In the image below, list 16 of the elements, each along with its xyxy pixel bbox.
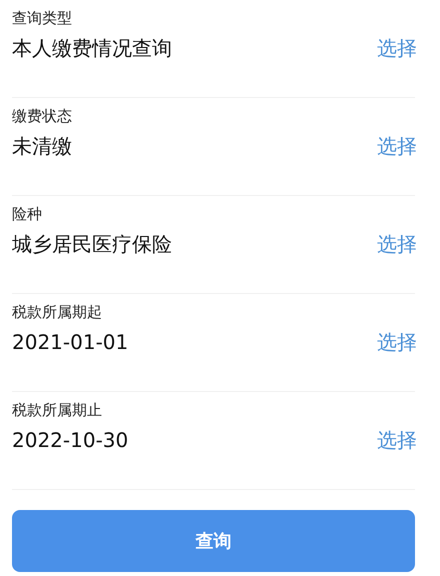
field-value: 2022-10-30 (12, 427, 128, 454)
select-link[interactable]: 选择 (377, 34, 417, 62)
select-link[interactable]: 选择 (377, 426, 417, 454)
field-value: 城乡居民医疗保险 (12, 231, 172, 258)
field-label: 税款所属期起 (12, 302, 102, 322)
select-link[interactable]: 选择 (377, 132, 417, 160)
field-label: 税款所属期止 (12, 400, 102, 420)
field-value: 2021-01-01 (12, 329, 128, 356)
field-label: 险种 (12, 204, 42, 224)
field-value: 本人缴费情况查询 (12, 35, 172, 62)
field-label: 查询类型 (12, 8, 72, 28)
select-link[interactable]: 选择 (377, 328, 417, 356)
field-label: 缴费状态 (12, 106, 72, 126)
query-button[interactable]: 查询 (12, 510, 415, 572)
field-value: 未清缴 (12, 133, 72, 160)
select-link[interactable]: 选择 (377, 230, 417, 258)
